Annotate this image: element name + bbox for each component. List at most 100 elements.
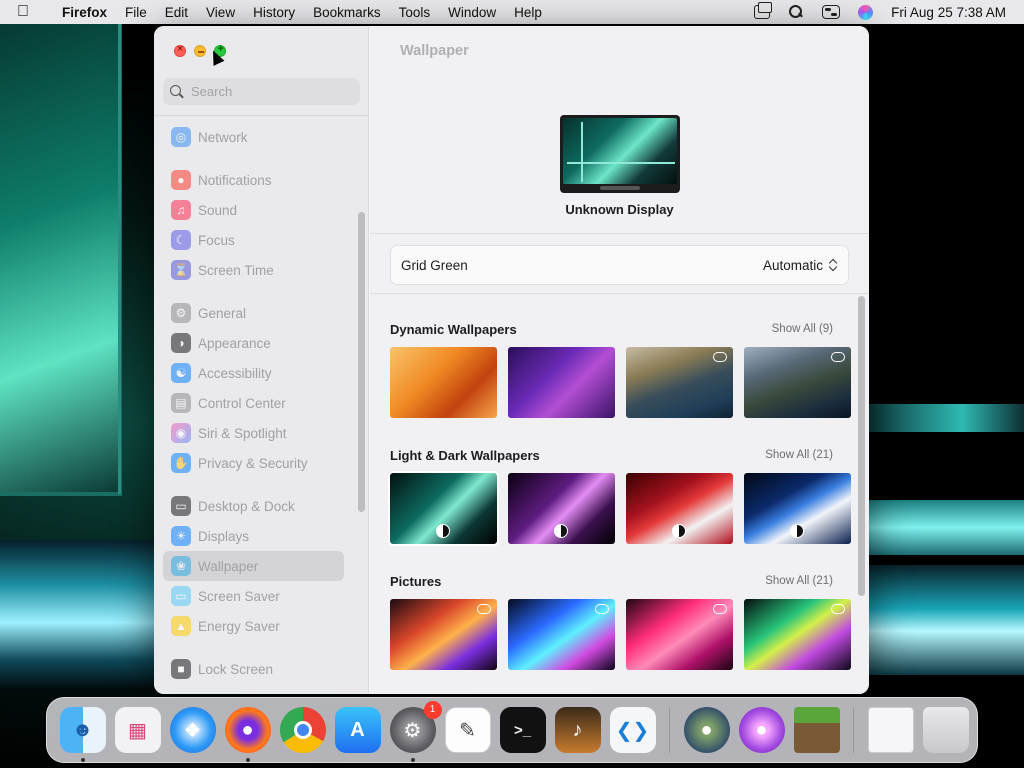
minimize-button[interactable]	[194, 45, 206, 57]
sidebar-item-label: Screen Saver	[198, 588, 280, 604]
wallpaper-thumb[interactable]	[626, 599, 733, 670]
show-all-button[interactable]: Show All (21)	[765, 575, 833, 587]
display-preview-screen	[563, 118, 677, 184]
menu-bookmarks[interactable]: Bookmarks	[304, 5, 390, 20]
sidebar-item-control-center[interactable]: ▤ Control Center	[163, 388, 344, 418]
wallpaper-stripe-right-2	[869, 500, 1024, 555]
siri-icon[interactable]	[858, 4, 874, 20]
wallpaper-thumb[interactable]	[626, 473, 733, 544]
menu-view[interactable]: View	[197, 5, 244, 20]
system-settings-window: ◎ Network ● Notifications ♫ Sound ☾ Focu…	[154, 26, 869, 694]
sidebar-item-general[interactable]: ⚙ General	[163, 298, 344, 328]
system-settings-icon[interactable]: ⚙ 1	[389, 701, 442, 762]
show-all-button[interactable]: Show All (9)	[772, 323, 833, 335]
wallpaper-thumb[interactable]	[744, 599, 851, 670]
sidebar-item-label: Wallpaper	[198, 558, 259, 574]
finder-icon[interactable]: ☻	[59, 707, 106, 762]
apple-menu-icon[interactable]: 	[17, 3, 39, 21]
wallpaper-thumb[interactable]	[508, 347, 615, 418]
textedit-icon[interactable]: ✎	[444, 707, 491, 753]
app-menu[interactable]: Firefox	[53, 5, 116, 20]
gallery-scrollbar[interactable]	[858, 296, 865, 596]
sidebar-item-label: Displays	[198, 528, 250, 544]
wallpaper-thumb[interactable]	[508, 473, 615, 544]
trash-icon[interactable]	[922, 707, 969, 753]
wallpaper-thumb[interactable]	[390, 599, 497, 670]
notifications-icon: ●	[171, 170, 191, 190]
menu-file[interactable]: File	[116, 5, 156, 20]
sidebar-item-label: General	[198, 305, 247, 321]
section-title: Light & Dark Wallpapers	[390, 448, 540, 463]
launchpad-icon[interactable]: ▦	[114, 707, 161, 753]
minecraft-icon[interactable]	[793, 707, 840, 753]
spotlight-search-icon[interactable]	[788, 5, 804, 19]
sidebar-item-label: Focus	[198, 232, 235, 248]
appearance-mode-select[interactable]: Automatic	[763, 258, 838, 273]
sidebar-item-network[interactable]: ◎ Network	[163, 122, 344, 152]
vscode-icon[interactable]: ❮❯	[609, 707, 656, 753]
sidebar-item-notifications[interactable]: ● Notifications	[163, 165, 344, 195]
sound-icon: ♫	[171, 200, 191, 220]
garageband-icon[interactable]: ♪	[554, 707, 601, 753]
app-store-icon[interactable]: A	[334, 707, 381, 753]
sidebar-item-desktop-dock[interactable]: ▭ Desktop & Dock	[163, 491, 344, 521]
installer-disk-icon[interactable]: ●	[683, 707, 730, 753]
wallpaper-stripe-right-1	[869, 404, 1024, 432]
menu-window[interactable]: Window	[439, 5, 505, 20]
sidebar-item-screen-time[interactable]: ⌛ Screen Time	[163, 255, 344, 285]
sidebar-item-label: Energy Saver	[198, 618, 280, 634]
control-center-icon: ▤	[171, 393, 191, 413]
sidebar-item-displays[interactable]: ☀ Displays	[163, 521, 344, 551]
close-button[interactable]	[174, 43, 186, 57]
sidebar-scrollbar[interactable]	[358, 212, 365, 512]
wallpaper-thumb[interactable]	[626, 347, 733, 418]
sidebar-search[interactable]	[163, 78, 360, 105]
cloud-download-icon	[595, 604, 609, 614]
notification-badge: 1	[423, 701, 442, 719]
wallpaper-thumb[interactable]	[508, 599, 615, 670]
sidebar-item-energy-saver[interactable]: ▲ Energy Saver	[163, 611, 344, 641]
display-name: Unknown Display	[565, 202, 674, 217]
network-icon: ◎	[171, 127, 191, 147]
menu-bar-clock[interactable]: Fri Aug 25 7:38 AM	[891, 5, 1006, 20]
screen-mirroring-icon[interactable]	[754, 2, 773, 19]
downloads-stack-icon[interactable]	[867, 707, 914, 753]
menu-edit[interactable]: Edit	[156, 5, 197, 20]
control-center-icon[interactable]	[822, 5, 841, 19]
search-input[interactable]	[191, 84, 351, 99]
wallpaper-thumb[interactable]	[744, 473, 851, 544]
sidebar-item-privacy-security[interactable]: ✋ Privacy & Security	[163, 448, 344, 478]
wallpaper-thumb[interactable]	[744, 347, 851, 418]
menu-tools[interactable]: Tools	[390, 5, 440, 20]
menu-help[interactable]: Help	[505, 5, 551, 20]
sidebar-item-siri-spotlight[interactable]: ◉ Siri & Spotlight	[163, 418, 344, 448]
dock-separator	[669, 707, 670, 753]
light-dark-icon	[436, 524, 450, 538]
siri-icon: ◉	[171, 423, 191, 443]
focus-icon: ☾	[171, 230, 191, 250]
updown-chevron-icon	[829, 258, 838, 272]
safari-icon[interactable]: ❖	[169, 707, 216, 753]
wallpaper-stripe-left	[0, 540, 160, 690]
sidebar-item-wallpaper[interactable]: ❀ Wallpaper	[163, 551, 344, 581]
wallpaper-thumb-selected[interactable]	[388, 471, 499, 546]
sidebar-item-lock-screen[interactable]: ■ Lock Screen	[163, 654, 344, 684]
installer-disk-icon[interactable]: ●	[738, 707, 785, 753]
show-all-button[interactable]: Show All (21)	[765, 449, 833, 461]
sidebar-item-accessibility[interactable]: ☯ Accessibility	[163, 358, 344, 388]
sidebar: ◎ Network ● Notifications ♫ Sound ☾ Focu…	[154, 26, 369, 694]
sidebar-item-focus[interactable]: ☾ Focus	[163, 225, 344, 255]
wallpaper-thumb[interactable]	[390, 347, 497, 418]
display-preview[interactable]	[560, 115, 680, 193]
chrome-icon[interactable]	[279, 707, 326, 753]
dock: ☻ ▦ ❖ ● A ⚙ 1 ✎ >_ ♪ ❮❯ ● ●	[46, 697, 978, 763]
screen-time-icon: ⌛	[171, 260, 191, 280]
firefox-icon[interactable]: ●	[224, 707, 271, 762]
sidebar-item-screen-saver[interactable]: ▭ Screen Saver	[163, 581, 344, 611]
menu-history[interactable]: History	[244, 5, 304, 20]
sidebar-item-appearance[interactable]: ◑ Appearance	[163, 328, 344, 358]
sidebar-list: ◎ Network ● Notifications ♫ Sound ☾ Focu…	[163, 116, 353, 694]
sidebar-item-sound[interactable]: ♫ Sound	[163, 195, 344, 225]
display-stand	[600, 186, 640, 190]
terminal-icon[interactable]: >_	[499, 707, 546, 753]
